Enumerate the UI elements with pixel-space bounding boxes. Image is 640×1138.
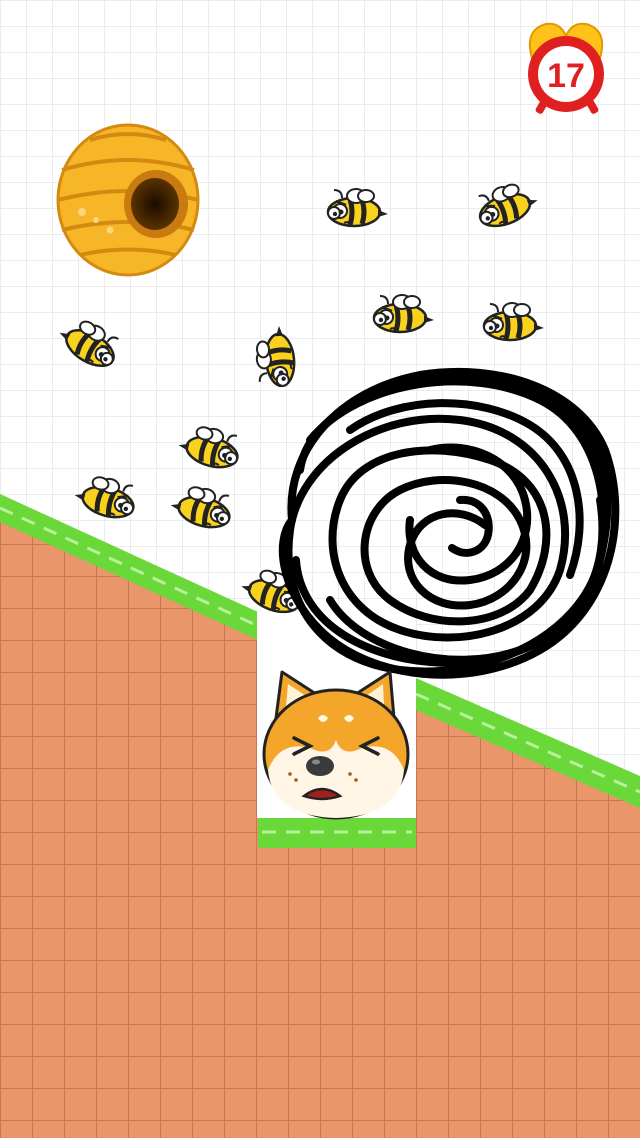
grass-pit	[258, 818, 416, 848]
game-scene[interactable]: 17	[0, 0, 640, 1138]
game-canvas[interactable]: 17	[0, 0, 640, 1138]
beehive	[56, 123, 200, 277]
timer-countdown: 17	[547, 57, 585, 95]
shiba-dog[interactable]	[262, 670, 410, 820]
terrain-pit-floor	[258, 828, 416, 1138]
